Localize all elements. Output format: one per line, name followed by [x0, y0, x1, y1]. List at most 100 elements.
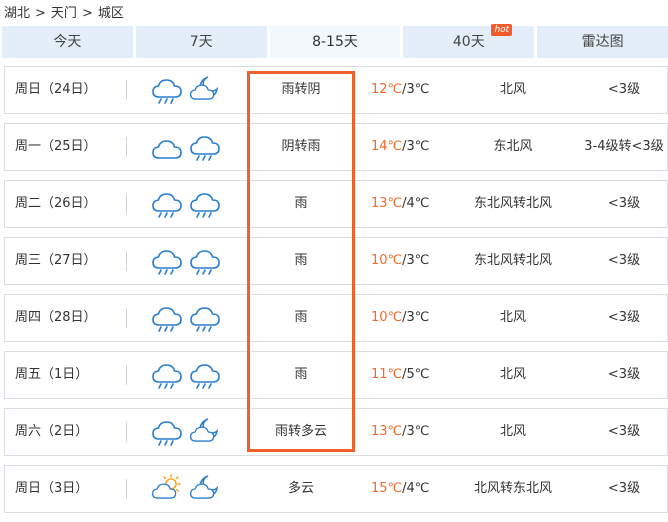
tab-8-15-days[interactable]: 8-15天 [269, 26, 401, 58]
wind-direction: 北风 [499, 310, 526, 325]
divider [126, 479, 127, 499]
high-temp: 15℃ [371, 481, 403, 496]
wind-direction: 北风转东北风 [473, 481, 552, 496]
weather-icons [151, 466, 225, 512]
day-label: 周六（2日） [15, 424, 89, 439]
forecast-row: 周四（28日） 雨 10℃/3℃ 北风 <3级 [4, 294, 668, 342]
forecast-list: 周日（24日） 雨转阴 12℃/3℃ 北风 <3级 周一（25日） 阴转雨 14… [4, 66, 668, 522]
low-temp: /3℃ [402, 139, 430, 154]
day-label: 周二（26日） [15, 196, 97, 211]
wind-level: <3级 [607, 424, 641, 439]
low-temp: /3℃ [402, 310, 430, 325]
high-temp: 10℃ [371, 253, 403, 268]
temperature: 14℃/3℃ [371, 124, 443, 170]
tab-7-days[interactable]: 7天 [135, 26, 267, 58]
weather-icons [151, 124, 225, 170]
high-temp: 11℃ [371, 367, 403, 382]
divider [126, 251, 127, 271]
rain-cloud-icon [151, 75, 183, 105]
tab-radar[interactable]: 雷达图 [537, 26, 668, 58]
rain-cloud-icon [151, 303, 183, 333]
breadcrumb-separator: > [35, 6, 46, 21]
sunny-cloud-icon [151, 474, 183, 504]
forecast-row: 周六（2日） 雨转多云 13℃/3℃ 北风 <3级 [4, 408, 668, 456]
weather-icons [151, 238, 225, 284]
wind-direction: 东北风转北风 [473, 253, 552, 268]
wind-level: <3级 [607, 481, 641, 496]
high-temp: 14℃ [371, 139, 403, 154]
low-temp: /3℃ [402, 253, 430, 268]
weather-description: 雨 [294, 196, 308, 211]
breadcrumb-city[interactable]: 天门 [51, 6, 77, 21]
high-temp: 13℃ [371, 196, 403, 211]
rain-cloud-icon [151, 360, 183, 390]
wind-direction: 北风 [499, 82, 526, 97]
breadcrumb-province[interactable]: 湖北 [4, 6, 30, 21]
rain-cloud-icon [189, 189, 221, 219]
wind-direction: 东北风 [493, 139, 533, 154]
wind-direction: 北风 [499, 367, 526, 382]
breadcrumb-separator: > [81, 6, 93, 21]
wind-level: <3级 [607, 253, 641, 268]
rain-cloud-icon [189, 132, 221, 162]
rain-cloud-icon [189, 360, 221, 390]
day-label: 周日（24日） [15, 82, 97, 97]
temperature: 12℃/3℃ [371, 67, 443, 113]
hot-badge: hot [491, 24, 513, 36]
weather-description: 多云 [287, 481, 314, 496]
cloudy-night-icon [189, 417, 221, 447]
forecast-row: 周一（25日） 阴转雨 14℃/3℃ 东北风 3-4级转<3级 [4, 123, 668, 171]
weather-icons [151, 295, 225, 341]
rain-cloud-icon [189, 246, 221, 276]
tab-today[interactable]: 今天 [2, 26, 133, 58]
day-label: 周五（1日） [15, 367, 89, 382]
high-temp: 10℃ [371, 310, 403, 325]
wind-level: <3级 [607, 367, 641, 382]
temperature: 10℃/3℃ [371, 295, 443, 341]
wind-level: <3级 [607, 196, 641, 211]
wind-level: 3-4级转<3级 [584, 139, 664, 154]
cloudy-night-icon [189, 474, 221, 504]
breadcrumb-district[interactable]: 城区 [98, 6, 124, 21]
divider [126, 422, 127, 442]
weather-icons [151, 181, 225, 227]
rain-cloud-icon [189, 303, 221, 333]
day-label: 周三（27日） [15, 253, 97, 268]
low-temp: /3℃ [402, 82, 430, 97]
day-label: 周日（3日） [15, 481, 89, 496]
low-temp: /3℃ [402, 424, 430, 439]
weather-icons [151, 409, 225, 455]
weather-description: 雨 [294, 253, 308, 268]
day-label: 周四（28日） [15, 310, 97, 325]
divider [126, 365, 127, 385]
forecast-tabs: 今天 7天 8-15天 40天 hot 雷达图 [2, 24, 668, 58]
weather-description: 雨 [294, 310, 308, 325]
wind-direction: 北风 [499, 424, 526, 439]
tab-40-days-label: 40天 [452, 34, 485, 50]
divider [126, 194, 127, 214]
low-temp: /5℃ [402, 367, 430, 382]
forecast-row: 周日（24日） 雨转阴 12℃/3℃ 北风 <3级 [4, 66, 668, 114]
low-temp: /4℃ [402, 196, 430, 211]
divider [126, 137, 127, 157]
weather-icons [151, 352, 225, 398]
divider [126, 80, 127, 100]
cloudy-night-icon [189, 75, 221, 105]
weather-icons [151, 67, 225, 113]
day-label: 周一（25日） [15, 139, 97, 154]
high-temp: 12℃ [371, 82, 403, 97]
tab-40-days[interactable]: 40天 hot [403, 24, 535, 58]
forecast-row: 周日（3日） 多云 15℃/4℃ 北风转东北风 <3级 [4, 465, 668, 513]
weather-description: 雨 [294, 367, 308, 382]
wind-level: <3级 [607, 82, 641, 97]
temperature: 15℃/4℃ [371, 466, 443, 512]
weather-description: 雨转阴 [281, 82, 321, 97]
rain-cloud-icon [151, 246, 183, 276]
wind-level: <3级 [607, 310, 641, 325]
forecast-row: 周三（27日） 雨 10℃/3℃ 东北风转北风 <3级 [4, 237, 668, 285]
weather-description: 阴转雨 [281, 139, 321, 154]
temperature: 13℃/4℃ [371, 181, 443, 227]
overcast-cloud-icon [151, 132, 183, 162]
rain-cloud-icon [151, 189, 183, 219]
forecast-row: 周二（26日） 雨 13℃/4℃ 东北风转北风 <3级 [4, 180, 668, 228]
